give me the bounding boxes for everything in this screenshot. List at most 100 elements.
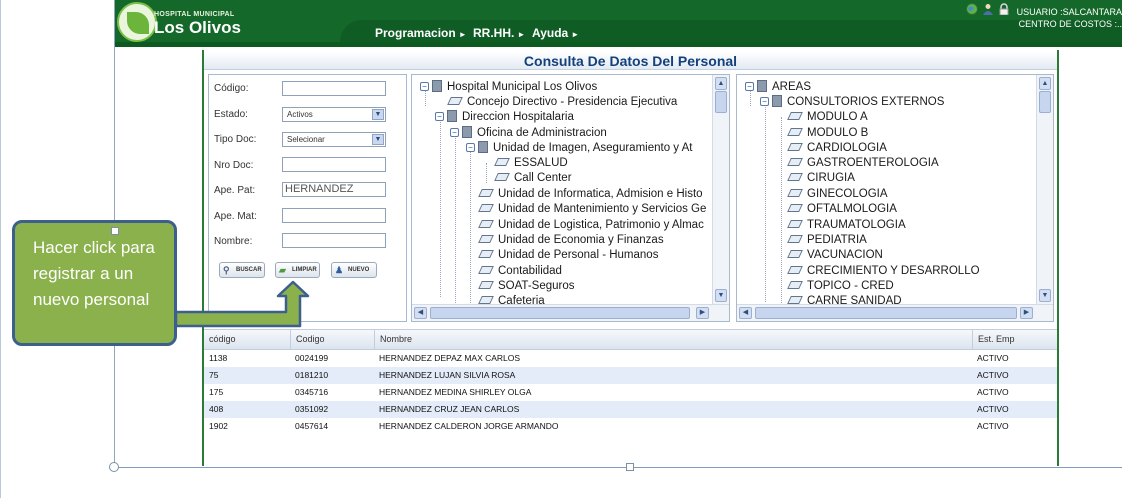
chevron-down-icon[interactable]: ▼ bbox=[372, 109, 384, 120]
tree-node-consultorios[interactable]: − CONSULTORIOS EXTERNOS bbox=[760, 95, 944, 109]
tree-node-soat[interactable]: SOAT-Seguros bbox=[478, 279, 575, 293]
eraser-icon: ▰ bbox=[279, 265, 286, 275]
scroll-thumb[interactable] bbox=[715, 91, 727, 113]
tree-node-essalud[interactable]: ESSALUD bbox=[494, 156, 568, 170]
scroll-left-icon[interactable]: ◀ bbox=[739, 307, 752, 319]
tree-node-vacunacion[interactable]: VACUNACION bbox=[787, 248, 883, 262]
scroll-up-icon[interactable]: ▲ bbox=[715, 77, 727, 90]
tree-node-direccion[interactable]: − Direccion Hospitalaria bbox=[435, 110, 574, 124]
grid-header-codigo[interactable]: Codigo bbox=[290, 330, 374, 349]
org-tree-vertical-scrollbar[interactable]: ▲ ▼ bbox=[712, 75, 729, 304]
table-row[interactable]: 1902 0457614 HERNANDEZ CALDERON JORGE AR… bbox=[204, 418, 1057, 435]
grid-header-nombre[interactable]: Nombre bbox=[374, 330, 972, 349]
scroll-down-icon[interactable]: ▼ bbox=[1039, 289, 1051, 302]
chevron-down-icon[interactable]: ▼ bbox=[372, 134, 384, 145]
scroll-thumb[interactable] bbox=[755, 307, 1017, 319]
tree-node-informatica[interactable]: Unidad de Informatica, Admision e Histo bbox=[478, 187, 703, 201]
estado-select[interactable]: Activos ▼ bbox=[282, 107, 386, 122]
tree-node-cardiologia[interactable]: CARDIOLOGIA bbox=[787, 141, 887, 155]
tree-node-contabilidad[interactable]: Contabilidad bbox=[478, 264, 562, 278]
tree-node-label: GASTROENTEROLOGIA bbox=[807, 157, 939, 169]
scroll-right-icon[interactable]: ▶ bbox=[696, 307, 709, 319]
table-row[interactable]: 75 0181210 HERNANDEZ LUJAN SILVIA ROSA A… bbox=[204, 367, 1057, 384]
chevron-right-icon: ► bbox=[571, 30, 580, 39]
tree-node-gastroenterologia[interactable]: GASTROENTEROLOGIA bbox=[787, 156, 939, 170]
areas-tree-vertical-scrollbar[interactable]: ▲ ▼ bbox=[1036, 75, 1053, 304]
cell-codigo: 0457614 bbox=[295, 421, 329, 431]
scroll-thumb[interactable] bbox=[1039, 91, 1051, 113]
lock-icon[interactable] bbox=[998, 3, 1010, 15]
menu-rrhh[interactable]: RR.HH. ► bbox=[473, 26, 525, 40]
tree-node-mantenimiento[interactable]: Unidad de Mantenimiento y Servicios Ge bbox=[478, 202, 706, 216]
tree-node-traumatologia[interactable]: TRAUMATOLOGIA bbox=[787, 218, 906, 232]
tree-node-call-center[interactable]: Call Center bbox=[494, 171, 572, 185]
tipo-doc-select[interactable]: Selecionar ▼ bbox=[282, 132, 386, 147]
nombre-input[interactable] bbox=[282, 233, 386, 248]
tree-node-concejo[interactable]: Concejo Directivo - Presidencia Ejecutiv… bbox=[447, 95, 678, 109]
collapse-icon[interactable]: − bbox=[466, 143, 475, 152]
tree-node-label: Call Center bbox=[514, 172, 572, 184]
instruction-callout: Hacer click para registrar a un nuevo pe… bbox=[12, 220, 177, 346]
globe-icon[interactable] bbox=[966, 3, 978, 15]
tree-node-oftalmologia[interactable]: OFTALMOLOGIA bbox=[787, 202, 897, 216]
org-tree: − Hospital Municipal Los Olivos Concejo D… bbox=[412, 75, 712, 304]
table-row[interactable]: 1138 0024199 HERNANDEZ DEPAZ MAX CARLOS … bbox=[204, 350, 1057, 367]
nro-doc-label: Nro Doc: bbox=[214, 160, 254, 171]
tree-node-areas[interactable]: − AREAS bbox=[745, 80, 811, 94]
limpiar-button[interactable]: ▰ LIMPIAR bbox=[275, 262, 320, 278]
areas-tree-horizontal-scrollbar[interactable]: ◀ ▶ bbox=[737, 304, 1053, 321]
tree-node-carne-sanidad[interactable]: CARNE SANIDAD bbox=[787, 294, 902, 304]
tree-node-crecimiento[interactable]: CRECIMIENTO Y DESARROLLO bbox=[787, 264, 980, 278]
tipo-doc-label: Tipo Doc: bbox=[214, 134, 257, 145]
tree-node-modulo-a[interactable]: MODULO A bbox=[787, 110, 868, 124]
tree-node-ginecologia[interactable]: GINECOLOGIA bbox=[787, 187, 888, 201]
nro-doc-input[interactable] bbox=[282, 157, 386, 172]
ape-pat-input[interactable]: HERNANDEZ bbox=[282, 182, 386, 197]
tree-node-economia[interactable]: Unidad de Economia y Finanzas bbox=[478, 233, 664, 247]
collapse-icon[interactable]: − bbox=[450, 128, 459, 137]
scroll-left-icon[interactable]: ◀ bbox=[414, 307, 427, 319]
scroll-thumb[interactable] bbox=[430, 307, 690, 319]
tree-node-cafeteria[interactable]: Cafeteria bbox=[478, 294, 545, 304]
tree-node-oficina[interactable]: − Oficina de Administracion bbox=[450, 126, 607, 140]
cell-estado: ACTIVO bbox=[977, 370, 1009, 380]
cell-estado: ACTIVO bbox=[977, 404, 1009, 414]
tree-node-cirugia[interactable]: CIRUGIA bbox=[787, 171, 855, 185]
cell-codigo-interno: 75 bbox=[209, 370, 219, 380]
nuevo-button[interactable]: ♟ NUEVO bbox=[331, 262, 377, 278]
ape-mat-input[interactable] bbox=[282, 208, 386, 223]
buscar-label: BUSCAR bbox=[236, 267, 262, 273]
estado-label: Estado: bbox=[214, 109, 248, 120]
menu-label: Ayuda bbox=[532, 26, 569, 40]
collapse-icon[interactable]: − bbox=[745, 82, 754, 91]
tree-node-hospital[interactable]: − Hospital Municipal Los Olivos bbox=[420, 80, 597, 94]
tree-node-modulo-b[interactable]: MODULO B bbox=[787, 126, 868, 140]
scroll-down-icon[interactable]: ▼ bbox=[715, 289, 727, 302]
tree-node-personal[interactable]: Unidad de Personal - Humanos bbox=[478, 248, 658, 262]
document-icon bbox=[478, 220, 494, 228]
menu-programacion[interactable]: Programacion ► bbox=[375, 26, 467, 40]
scroll-up-icon[interactable]: ▲ bbox=[1039, 77, 1051, 90]
collapse-icon[interactable]: − bbox=[420, 82, 429, 91]
document-icon bbox=[787, 143, 803, 151]
grid-header-estado[interactable]: Est. Emp bbox=[972, 330, 1057, 349]
hospital-logo[interactable]: HOSPITAL MUNICIPAL Los Olivos bbox=[117, 2, 241, 44]
menu-ayuda[interactable]: Ayuda ► bbox=[532, 26, 579, 40]
table-row[interactable]: 408 0351092 HERNANDEZ CRUZ JEAN CARLOS A… bbox=[204, 401, 1057, 418]
table-row[interactable]: 175 0345716 HERNANDEZ MEDINA SHIRLEY OLG… bbox=[204, 384, 1057, 401]
buscar-button[interactable]: ⚲ BUSCAR bbox=[219, 262, 265, 278]
collapse-icon[interactable]: − bbox=[760, 97, 769, 106]
scroll-right-icon[interactable]: ▶ bbox=[1020, 307, 1033, 319]
org-tree-horizontal-scrollbar[interactable]: ◀ ▶ bbox=[412, 304, 729, 321]
codigo-input[interactable] bbox=[282, 81, 386, 96]
document-icon bbox=[787, 158, 803, 166]
tree-node-topico[interactable]: TOPICO - CRED bbox=[787, 279, 894, 293]
tree-node-pediatria[interactable]: PEDIATRIA bbox=[787, 233, 867, 247]
tree-node-unidad-imagen[interactable]: − Unidad de Imagen, Aseguramiento y At bbox=[466, 141, 692, 155]
user-icon[interactable] bbox=[982, 3, 994, 15]
document-icon bbox=[478, 204, 494, 212]
collapse-icon[interactable]: − bbox=[435, 112, 444, 121]
tree-node-label: Concejo Directivo - Presidencia Ejecutiv… bbox=[467, 96, 678, 108]
grid-header-codigo-interno[interactable]: código bbox=[204, 330, 290, 349]
tree-node-logistica[interactable]: Unidad de Logistica, Patrimonio y Almac bbox=[478, 218, 704, 232]
